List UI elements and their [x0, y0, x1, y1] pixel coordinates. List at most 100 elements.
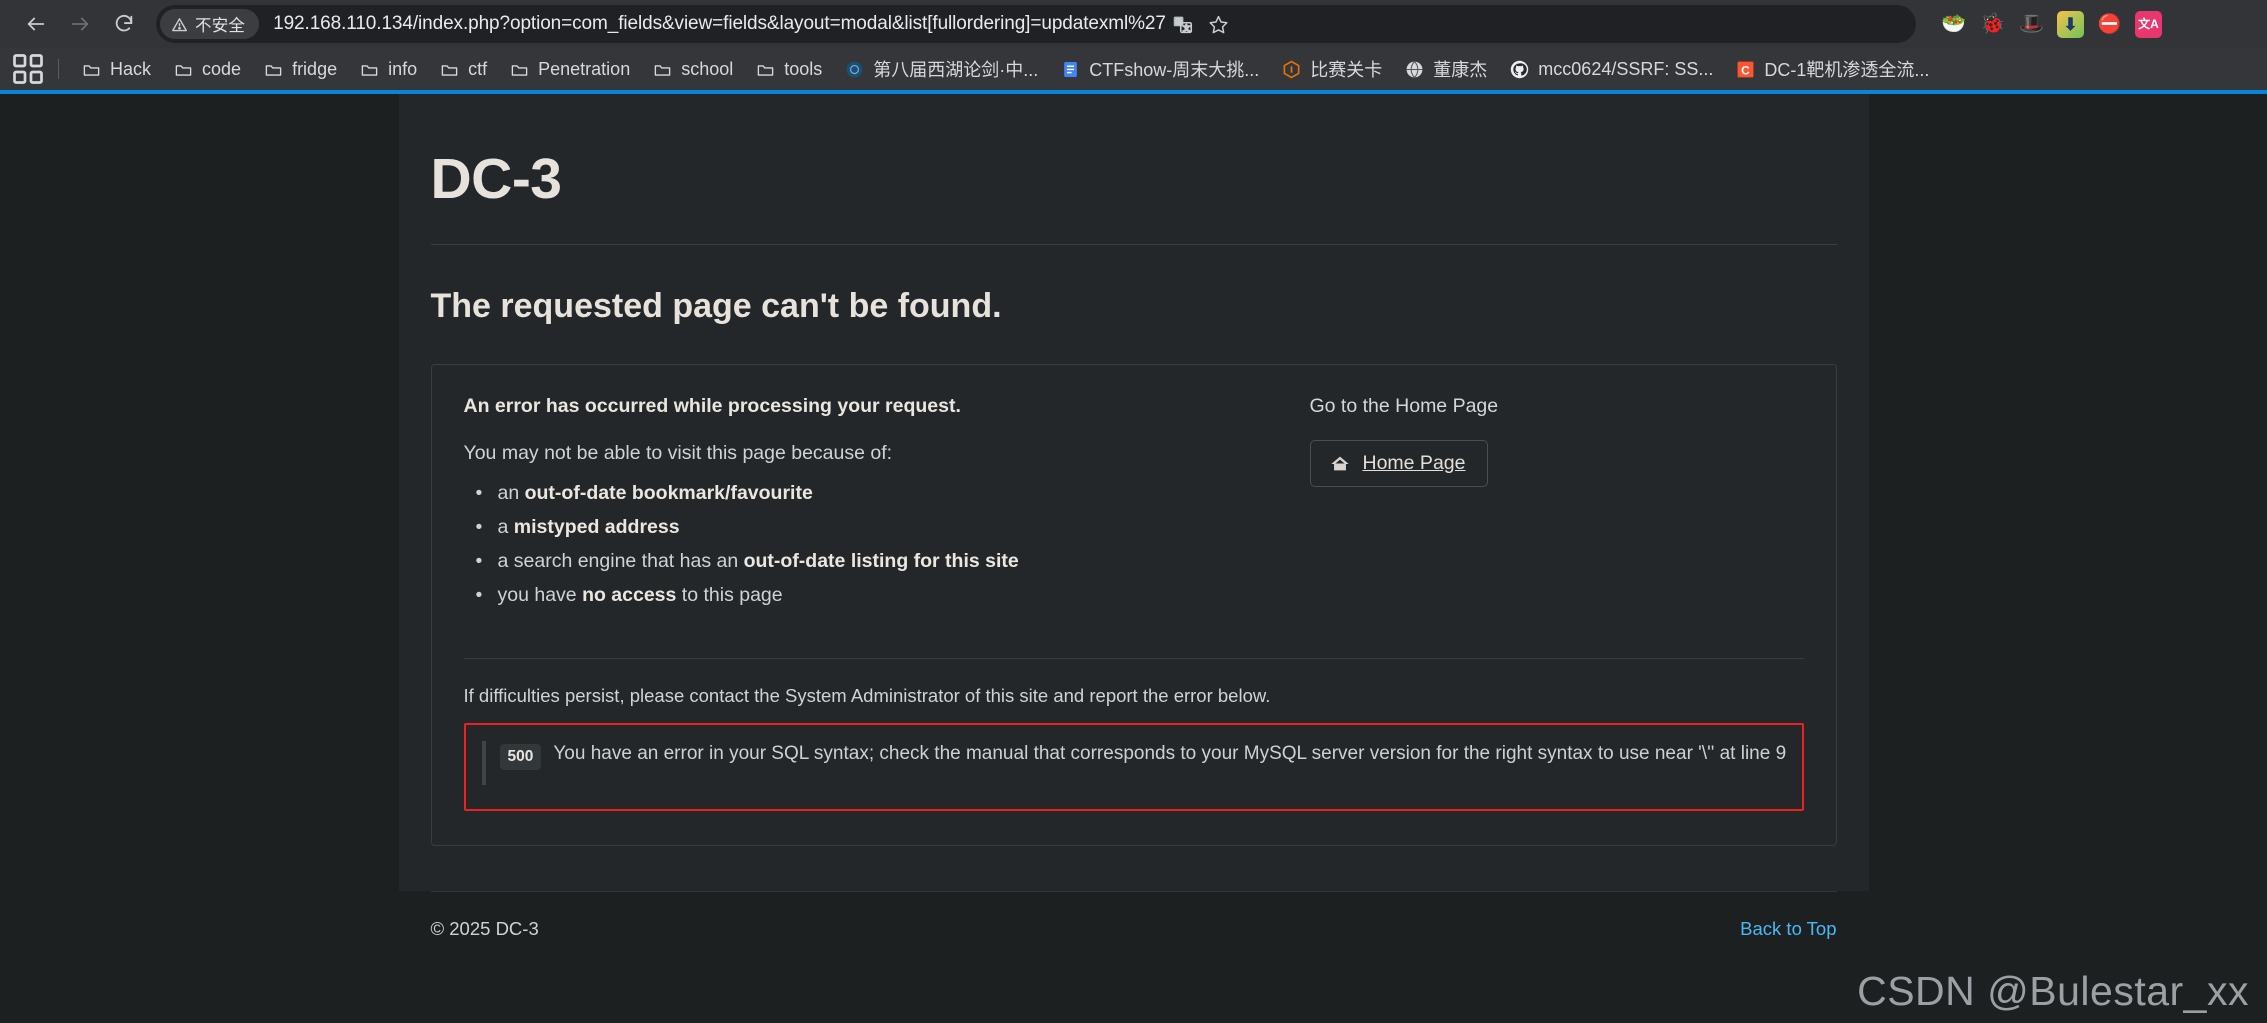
address-bar[interactable]: 不安全 192.168.110.134/index.php?option=com…	[156, 5, 1916, 43]
github-icon	[1509, 59, 1529, 79]
error-panel: An error has occurred while processing y…	[430, 364, 1837, 846]
bookmark-label: DC-1靶机渗透全流...	[1764, 60, 1930, 80]
bookmark-label: code	[202, 58, 242, 79]
folder-icon	[755, 59, 775, 79]
adblock-extension-icon[interactable]: ⛔	[2096, 11, 2123, 38]
svg-text:文: 文	[1183, 23, 1190, 32]
sql-error-box: 500 You have an error in your SQL syntax…	[463, 723, 1804, 811]
reason-pre: a	[497, 516, 514, 538]
list-item: a mistyped address	[476, 516, 1270, 539]
bookmark-label: 第八届西湖论剑·中...	[873, 60, 1039, 80]
black-hat-extension-icon[interactable]: 🎩	[2018, 11, 2045, 38]
site-title: DC-3	[430, 147, 563, 211]
bookmark-ctfshow[interactable]: CTFshow-周末大挑...	[1050, 54, 1269, 84]
error-reasons-list: an out-of-date bookmark/favourite a mist…	[464, 482, 1270, 607]
extensions-bar: 🥗 🐞 🎩 ⬇ ⛔ 文A	[1924, 10, 2162, 38]
footer-wrap: © 2025 DC-3 Back to Top	[399, 891, 1869, 940]
bookmark-hack[interactable]: Hack	[71, 54, 161, 84]
panel-divider	[463, 658, 1804, 659]
hexagon-icon	[1281, 59, 1301, 79]
chinese-translate-extension-icon[interactable]: 文A	[2135, 10, 2162, 38]
folder-icon	[509, 59, 529, 79]
reason-strong: no access	[582, 584, 677, 606]
home-page-column: Go to the Home Page Home Page	[1309, 395, 1804, 618]
downloader-extension-icon[interactable]: ⬇	[2057, 10, 2084, 38]
bookmark-label: 比赛关卡	[1310, 60, 1383, 80]
site-footer: © 2025 DC-3 Back to Top	[431, 892, 1837, 940]
folder-icon	[652, 59, 672, 79]
folder-icon	[439, 59, 459, 79]
bookmark-code[interactable]: code	[163, 54, 251, 84]
site-security-chip[interactable]: 不安全	[160, 9, 260, 39]
bookmark-label: Hack	[110, 58, 152, 79]
forward-button[interactable]	[58, 2, 102, 46]
bookmark-dc1-csdn[interactable]: C DC-1靶机渗透全流...	[1725, 54, 1939, 84]
back-arrow-icon	[27, 17, 45, 31]
warning-triangle-icon	[172, 17, 187, 31]
bookmark-github-ssrf[interactable]: mcc0624/SSRF: SS...	[1499, 54, 1723, 84]
watermark: CSDN @Bulestar_xx	[1857, 968, 2249, 1014]
csdn-icon: C	[1735, 59, 1755, 79]
error-accent-bar	[481, 741, 486, 785]
bookmark-info[interactable]: info	[349, 54, 427, 84]
sql-error-message: You have an error in your SQL syntax; ch…	[553, 743, 1787, 764]
home-page-title: Go to the Home Page	[1309, 395, 1499, 417]
page-content: DC-3 The requested page can't be found. …	[0, 94, 2267, 1023]
reason-strong: out-of-date bookmark/favourite	[524, 482, 813, 504]
bookmark-bisaiguanqia[interactable]: 比赛关卡	[1271, 54, 1392, 84]
salad-bowl-extension-icon[interactable]: 🥗	[1940, 11, 1967, 38]
bookmark-label: CTFshow-周末大挑...	[1089, 60, 1260, 80]
copyright-text: © 2025 DC-3	[430, 918, 539, 939]
svg-text:C: C	[1741, 63, 1750, 77]
home-page-button[interactable]: Home Page	[1309, 440, 1489, 487]
security-label: 不安全	[195, 17, 246, 35]
star-icon[interactable]	[1202, 7, 1236, 41]
translate-icon[interactable]: G 文	[1166, 7, 1200, 41]
back-to-top-link[interactable]: Back to Top	[1740, 918, 1836, 940]
list-item: a search engine that has an out-of-date …	[476, 550, 1270, 573]
folder-icon	[81, 59, 101, 79]
apps-grid-icon[interactable]	[10, 54, 46, 84]
error-lead-text: An error has occurred while processing y…	[463, 395, 961, 417]
bookmark-label: info	[388, 58, 418, 79]
reason-pre: a search engine that has an	[497, 550, 744, 572]
bookmark-label: mcc0624/SSRF: SS...	[1538, 58, 1714, 79]
bookmark-ctf[interactable]: ctf	[429, 54, 497, 84]
bookmark-label: tools	[784, 58, 823, 79]
reason-strong: out-of-date listing for this site	[743, 550, 1019, 572]
bookmark-label: ctf	[468, 58, 488, 79]
error-intro-text: You may not be able to visit this page b…	[463, 442, 893, 464]
contact-admin-text: If difficulties persist, please contact …	[463, 685, 1271, 706]
folder-icon	[173, 59, 193, 79]
bookmark-label: school	[681, 58, 734, 79]
list-item: you have no access to this page	[476, 584, 1270, 607]
bookmarks-separator	[58, 59, 59, 79]
reason-strong: mistyped address	[513, 516, 680, 538]
folder-icon	[359, 59, 379, 79]
reason-post: to this page	[676, 584, 783, 606]
site-icon	[844, 59, 864, 79]
bookmark-xihulunjian[interactable]: 第八届西湖论剑·中...	[834, 54, 1048, 84]
reason-pre: you have	[497, 584, 583, 606]
browser-toolbar: 不安全 192.168.110.134/index.php?option=com…	[0, 0, 2267, 48]
bookmark-label: Penetration	[538, 58, 631, 79]
bookmark-fridge[interactable]: fridge	[253, 54, 347, 84]
folder-icon	[263, 59, 283, 79]
url-text[interactable]: 192.168.110.134/index.php?option=com_fie…	[273, 13, 1166, 35]
globe-icon	[1404, 59, 1424, 79]
list-item: an out-of-date bookmark/favourite	[476, 482, 1270, 505]
home-page-button-label: Home Page	[1362, 452, 1466, 474]
reload-button[interactable]	[102, 2, 146, 46]
back-button[interactable]	[14, 2, 58, 46]
site-container: DC-3 The requested page can't be found. …	[398, 94, 1869, 891]
bookmark-school[interactable]: school	[642, 54, 743, 84]
bookmark-label: fridge	[292, 58, 338, 79]
bookmark-penetration[interactable]: Penetration	[499, 54, 640, 84]
error-reasons-column: An error has occurred while processing y…	[464, 395, 1270, 618]
forward-arrow-icon	[71, 17, 89, 31]
browser-chrome: 不安全 192.168.110.134/index.php?option=com…	[0, 0, 2267, 94]
bug-extension-icon[interactable]: 🐞	[1979, 11, 2006, 38]
bookmark-label: 董康杰	[1433, 60, 1488, 80]
bookmark-tools[interactable]: tools	[745, 54, 832, 84]
bookmark-dongkangjie[interactable]: 董康杰	[1394, 54, 1497, 84]
